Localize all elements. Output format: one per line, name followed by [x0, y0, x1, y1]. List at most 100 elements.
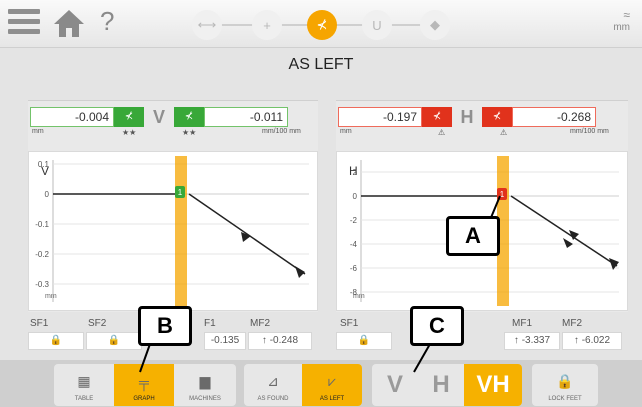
tolerance-stars: ★★: [122, 128, 137, 137]
y-tick: 0: [45, 190, 50, 199]
unit-label: mm: [340, 128, 352, 135]
button-label: MACHINES: [189, 396, 221, 402]
coupling-step-icon[interactable]: U: [362, 10, 392, 40]
button-label: V: [386, 371, 403, 398]
y-tick: -0.2: [35, 250, 49, 259]
page-title: AS LEFT: [288, 56, 354, 73]
sf1-lock-icon[interactable]: 🔒: [336, 332, 392, 350]
horizontal-angle-value: -0.268: [512, 107, 596, 127]
wireless-icon: ≈: [623, 8, 630, 22]
horizontal-readout: -0.197 ⊀ H ⊀ -0.268: [338, 107, 596, 127]
back-foot-marker: [295, 266, 305, 278]
view-button-group: ▦ TABLE ╤ GRAPH ▆ MACHINES: [54, 364, 236, 406]
tolerance-stars: ★★: [182, 128, 197, 137]
dimensions-step-icon[interactable]: ⟷: [192, 10, 222, 40]
warning-icon: ⚠: [438, 128, 446, 137]
table-view-button[interactable]: ▦ TABLE: [54, 364, 114, 406]
feet-values-right: SF1 MF1 MF2 🔒 ↑ -3.337 ↑ -6.022: [336, 318, 628, 352]
graph-icon: ╤: [139, 374, 149, 390]
button-label: LOCK FEET: [548, 396, 582, 402]
y-tick: -4: [350, 240, 358, 249]
y-tick: -8: [350, 288, 358, 297]
coupling-marker-label: 1: [500, 190, 505, 199]
shim-arrow-icon: ↑: [261, 335, 267, 346]
readout-sublabels: mm ★★ ★★ mm/100 mm: [30, 128, 312, 140]
callout-a: A: [446, 216, 500, 256]
shim-arrow-icon: ↑: [513, 335, 519, 346]
vertical-angle-value: -0.011: [204, 107, 288, 127]
v-axis-button[interactable]: V: [372, 364, 418, 406]
y-tick: 2: [353, 168, 358, 177]
mf2-label: MF2: [250, 318, 270, 329]
warning-icon: ⚠: [500, 128, 508, 137]
offset-ok-icon: ⊀: [114, 107, 144, 127]
top-bar: ? ⟷ + ⊀ U ◆ ≈ mm: [0, 0, 642, 48]
as-found-button[interactable]: ⊿ AS FOUND: [244, 364, 302, 406]
sf1-label: SF1: [340, 318, 359, 329]
button-label: GRAPH: [133, 396, 155, 402]
menu-icon[interactable]: [8, 9, 40, 37]
coupling-marker-label: 1: [178, 188, 183, 197]
vh-axis-button[interactable]: VH: [464, 364, 522, 406]
front-foot-marker-2: [563, 238, 573, 248]
y-tick: -0.1: [35, 220, 49, 229]
readout-sublabels: mm ⚠ ⚠ mm/100 mm: [338, 128, 620, 140]
mf2-value-text: -0.248: [269, 335, 299, 346]
lock-feet-icon: 🔒: [556, 373, 574, 389]
machines-view-button[interactable]: ▆ MACHINES: [174, 364, 236, 406]
callout-c: C: [410, 306, 464, 346]
lock-feet-button[interactable]: 🔒 LOCK FEET: [532, 364, 598, 406]
angle-ok-icon: ⊀: [174, 107, 204, 127]
results-step-icon[interactable]: ⊀: [307, 10, 337, 40]
angle-bad-icon: ⊀: [482, 107, 512, 127]
axis-label: H: [460, 107, 474, 127]
machines-icon: ▆: [199, 373, 211, 389]
mf1-value: -0.135: [204, 332, 246, 350]
horizontal-offset-value: -0.197: [338, 107, 422, 127]
sensor-position-step-icon[interactable]: +: [252, 10, 282, 40]
settings-step-icon[interactable]: ◆: [420, 10, 450, 40]
button-label: H: [432, 371, 450, 398]
sf1-lock-icon[interactable]: 🔒: [28, 332, 84, 350]
y-tick: -0.3: [35, 280, 49, 289]
unit-label: mm/100 mm: [570, 128, 609, 135]
workflow-stepper: ⟷ + ⊀ U ◆: [182, 8, 462, 42]
y-tick: 0: [353, 192, 358, 201]
as-left-icon: ⩗: [328, 373, 336, 389]
h-axis-button[interactable]: H: [418, 364, 464, 406]
callout-b: B: [138, 306, 192, 346]
button-label: TABLE: [74, 396, 94, 402]
vertical-panel: -0.004 ⊀ V ⊀ -0.011 mm ★★ ★★ mm/100 mm V…: [28, 100, 318, 312]
as-left-button[interactable]: ⩗ AS LEFT: [302, 364, 362, 406]
mf2-value: ↑ -0.248: [248, 332, 312, 350]
mf2-value: ↑ -6.022: [562, 332, 622, 350]
button-label: AS LEFT: [319, 396, 345, 402]
axis-label: V: [152, 107, 165, 127]
mf2-label: MF2: [562, 318, 582, 329]
unit-label: mm/100 mm: [262, 128, 301, 135]
sf2-lock-icon[interactable]: 🔒: [86, 332, 142, 350]
help-icon[interactable]: ?: [100, 6, 114, 37]
y-tick: -2: [350, 216, 358, 225]
units-label: mm: [613, 22, 630, 33]
as-found-icon: ⊿: [267, 373, 279, 389]
movable-machine-line: [510, 195, 618, 267]
y-tick: -6: [350, 264, 358, 273]
sf1-label: SF1: [30, 318, 49, 329]
shim-arrow-icon: ↑: [573, 335, 579, 346]
offset-bad-icon: ⊀: [422, 107, 452, 127]
movable-machine-line: [188, 193, 306, 275]
mf1-value: ↑ -3.337: [504, 332, 560, 350]
state-button-group: ⊿ AS FOUND ⩗ AS LEFT: [244, 364, 362, 406]
vertical-offset-value: -0.004: [30, 107, 114, 127]
mf2-value-text: -6.022: [581, 335, 611, 346]
unit-label: mm: [32, 128, 44, 135]
button-label: VH: [476, 371, 510, 398]
coupling-band: [175, 156, 187, 306]
graph-view-button[interactable]: ╤ GRAPH: [114, 364, 174, 406]
units-indicator[interactable]: ≈ mm: [613, 8, 630, 33]
bottom-toolbar: ▦ TABLE ╤ GRAPH ▆ MACHINES ⊿ AS FOUND ⩗ …: [0, 360, 642, 407]
axis-button-group: V H VH: [372, 364, 522, 406]
home-icon[interactable]: [52, 8, 86, 40]
horizontal-panel: -0.197 ⊀ H ⊀ -0.268 mm ⚠ ⚠ mm/100 mm H m…: [336, 100, 628, 312]
